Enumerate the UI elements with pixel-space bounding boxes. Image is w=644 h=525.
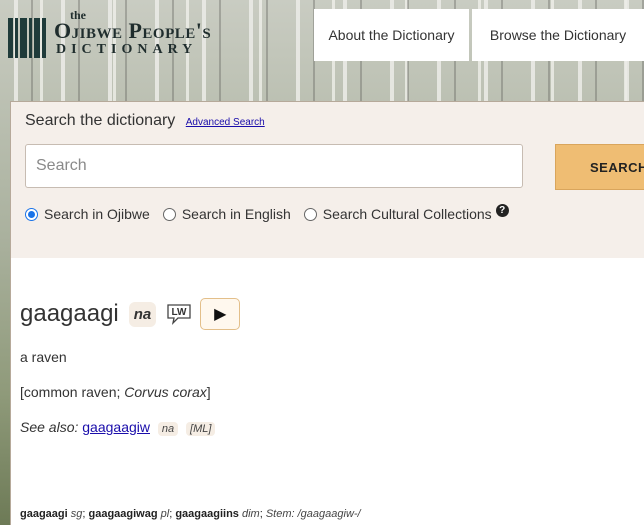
- entry-gloss: a raven: [20, 349, 67, 365]
- headword: gaagaagi: [20, 300, 119, 327]
- search-heading-text: Search the dictionary: [25, 112, 176, 129]
- see-also-source-badge[interactable]: [ML]: [186, 422, 216, 436]
- radio-unchecked-icon[interactable]: [303, 207, 317, 221]
- scientific-name: Corvus corax: [124, 384, 207, 400]
- entry-header: gaagaagi na LW ▶: [20, 298, 241, 330]
- logo-mark-icon: [8, 18, 46, 58]
- advanced-search-link[interactable]: Advanced Search: [186, 117, 265, 128]
- see-also-link[interactable]: gaagaagiw: [82, 419, 150, 435]
- logo-title: Ojibwe People's: [54, 18, 212, 43]
- entry-content: gaagaagi na LW ▶ a raven [common raven; …: [10, 258, 644, 525]
- form-pl-word: gaagaagiwag: [88, 508, 158, 520]
- radio-search-english[interactable]: Search in English: [162, 206, 291, 222]
- part-of-speech-badge[interactable]: na: [128, 301, 157, 327]
- nav-browse-dictionary[interactable]: Browse the Dictionary: [472, 9, 644, 61]
- site-logo[interactable]: the Ojibwe People's DICTIONARY: [8, 6, 238, 62]
- inflected-forms: gaagaagi sg; gaagaagiwag pl; gaagaagiins…: [20, 508, 361, 520]
- radio-label: Search Cultural Collections: [322, 206, 492, 222]
- form-sg-word: gaagaagi: [20, 508, 68, 520]
- form-stem: Stem: /gaagaagiw-/: [265, 508, 361, 520]
- see-also: See also: gaagaagiw na [ML]: [20, 419, 216, 436]
- scientific-prefix: [common raven;: [20, 384, 125, 400]
- see-also-label: See also:: [20, 419, 79, 435]
- scientific-note: [common raven; Corvus corax]: [20, 384, 211, 400]
- radio-label: Search in English: [181, 206, 291, 222]
- play-audio-button[interactable]: ▶: [200, 298, 241, 330]
- radio-label: Search in Ojibwe: [44, 206, 150, 222]
- radio-checked-icon[interactable]: [25, 207, 38, 221]
- search-button[interactable]: SEARCH: [555, 144, 644, 190]
- lw-label: LW: [172, 307, 188, 318]
- search-panel: Search the dictionary Advanced Search SE…: [10, 101, 644, 259]
- scientific-suffix: ]: [206, 384, 211, 400]
- see-also-pos-badge[interactable]: na: [157, 422, 179, 436]
- loanword-speech-bubble-icon[interactable]: LW: [166, 303, 192, 325]
- form-sg-label: sg: [70, 508, 83, 520]
- form-dim-word: gaagaagiins: [175, 508, 239, 520]
- search-input[interactable]: [25, 144, 523, 188]
- nav-about-dictionary[interactable]: About the Dictionary: [314, 9, 469, 61]
- search-heading: Search the dictionary Advanced Search: [25, 112, 265, 130]
- radio-search-ojibwe[interactable]: Search in Ojibwe: [25, 206, 150, 222]
- search-options: Search in Ojibwe Search in English Searc…: [25, 203, 509, 222]
- form-dim-label: dim: [241, 508, 260, 520]
- question-circle-icon[interactable]: ?: [495, 203, 509, 217]
- play-icon: ▶: [214, 306, 227, 323]
- radio-search-cultural[interactable]: Search Cultural Collections ?: [303, 203, 509, 222]
- logo-subtitle: DICTIONARY: [56, 42, 198, 57]
- form-pl-label: pl: [160, 508, 170, 520]
- radio-unchecked-icon[interactable]: [162, 207, 176, 221]
